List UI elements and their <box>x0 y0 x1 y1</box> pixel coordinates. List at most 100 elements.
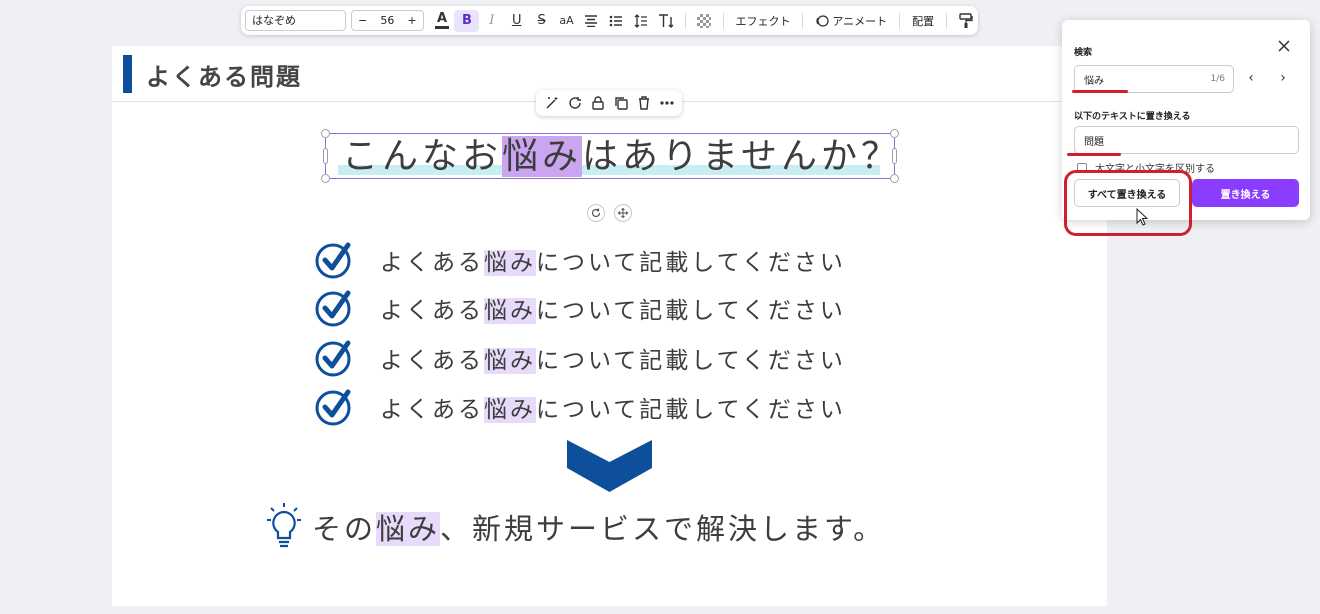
list-item-text: よくある悩みについて記載してください <box>380 250 846 276</box>
title-textbox[interactable]: こんなお悩みはありませんか？ <box>321 129 899 183</box>
bold-button[interactable]: B <box>454 9 480 32</box>
next-match-button[interactable]: › <box>1275 70 1291 86</box>
line-spacing-button[interactable] <box>629 10 654 32</box>
magic-wand-icon <box>545 97 557 109</box>
toolbar-divider <box>946 12 948 29</box>
duplicate-button[interactable] <box>611 93 631 113</box>
magic-edit-button[interactable] <box>542 93 562 113</box>
match-highlight: 悩み <box>484 298 536 324</box>
move-button[interactable] <box>614 204 632 222</box>
toolbar-divider <box>722 12 724 29</box>
position-button[interactable]: 配置 <box>906 13 940 29</box>
check-circle-icon <box>315 290 351 327</box>
element-toolbar <box>536 90 682 116</box>
toolbar-divider <box>802 12 804 29</box>
match-highlight: 悩み <box>484 348 536 374</box>
italic-button[interactable]: I <box>479 10 504 32</box>
transparency-icon <box>697 13 712 28</box>
animate-label: アニメート <box>832 14 888 28</box>
resize-handle-bottom-right[interactable] <box>890 174 899 183</box>
title-match-highlight: 悩み <box>502 136 583 177</box>
vertical-text-button[interactable] <box>654 10 679 32</box>
vertical-text-icon <box>659 13 674 28</box>
title-text-part: こんなお <box>342 136 503 177</box>
replace-button[interactable]: 置き換える <box>1192 179 1299 207</box>
font-size-increase-button[interactable]: + <box>407 14 416 27</box>
animate-button[interactable]: アニメート <box>809 13 893 29</box>
underline-button[interactable]: U <box>504 10 529 32</box>
animate-icon <box>816 14 830 27</box>
trash-icon <box>638 96 649 110</box>
mouse-pointer-icon <box>1136 208 1148 226</box>
list-item[interactable]: よくある悩みについて記載してください <box>314 339 846 377</box>
list-item[interactable]: よくある悩みについて記載してください <box>314 388 846 426</box>
check-circle-icon <box>315 340 351 377</box>
replace-all-button[interactable]: すべて置き換える <box>1074 179 1180 207</box>
resize-handle-right[interactable] <box>892 148 897 164</box>
close-icon[interactable] <box>1276 38 1292 54</box>
chevron-down-icon[interactable] <box>567 440 652 492</box>
lock-button[interactable] <box>588 93 608 113</box>
annotation-underline <box>1067 153 1121 156</box>
list-item[interactable]: よくある悩みについて記載してください <box>314 289 846 327</box>
match-highlight: 悩み <box>484 250 536 276</box>
title-text-part: はありませんか？ <box>582 136 901 177</box>
letter-case-button[interactable]: aA <box>554 10 579 32</box>
match-highlight: 悩み <box>376 512 441 546</box>
refresh-icon <box>568 97 581 109</box>
list-item-text: よくある悩みについて記載してください <box>380 348 846 374</box>
duplicate-icon <box>614 97 628 110</box>
replace-input[interactable] <box>1084 133 1194 147</box>
annotation-underline <box>1072 90 1128 93</box>
resize-handle-left[interactable] <box>323 148 328 164</box>
regenerate-button[interactable] <box>565 93 585 113</box>
search-field[interactable]: 1/6 <box>1074 65 1234 93</box>
toolbar-divider <box>899 12 901 29</box>
resize-handle-bottom-left[interactable] <box>321 174 330 183</box>
more-options-button[interactable] <box>657 93 677 113</box>
resize-handle-top-right[interactable] <box>890 129 899 138</box>
text-color-button[interactable]: A <box>430 10 455 32</box>
list-item-text: よくある悩みについて記載してください <box>380 298 846 324</box>
line-spacing-icon <box>634 13 648 28</box>
header-title[interactable]: よくある問題 <box>146 57 302 92</box>
bottom-message[interactable]: その悩み、新規サービスで解決します。 <box>266 502 885 552</box>
copy-style-button[interactable] <box>953 10 978 32</box>
match-count: 1/6 <box>1210 74 1225 84</box>
case-sensitive-option[interactable]: 大文字と小文字を区別する <box>1077 160 1215 175</box>
bottom-message-text: その悩み、新規サービスで解決します。 <box>312 512 886 546</box>
search-input[interactable] <box>1084 72 1194 86</box>
replace-field[interactable] <box>1074 126 1299 154</box>
font-size-decrease-button[interactable]: − <box>358 14 367 27</box>
match-highlight: 悩み <box>484 397 536 423</box>
effects-button[interactable]: エフェクト <box>729 13 796 29</box>
list-item-text: よくある悩みについて記載してください <box>380 397 846 423</box>
align-center-icon <box>585 14 598 27</box>
lightbulb-icon <box>267 503 301 548</box>
check-circle-icon <box>315 242 351 279</box>
title-text[interactable]: こんなお悩みはありませんか？ <box>342 136 897 177</box>
check-circle-icon <box>315 389 351 426</box>
paint-roller-icon <box>958 12 973 28</box>
replace-label: 以下のテキストに置き換える <box>1074 112 1191 122</box>
case-sensitive-label: 大文字と小文字を区別する <box>1095 164 1215 175</box>
font-size-value[interactable]: 56 <box>380 14 394 27</box>
rotate-icon <box>591 208 601 218</box>
previous-match-button[interactable]: ‹ <box>1243 70 1259 86</box>
rotate-button[interactable] <box>587 204 605 222</box>
font-family-select[interactable]: はなぞめ <box>245 10 347 31</box>
transparency-button[interactable] <box>692 10 717 32</box>
bullet-list-icon <box>610 15 623 26</box>
case-sensitive-checkbox[interactable] <box>1077 162 1087 173</box>
find-replace-panel: 検索 1/6 ‹ › 以下のテキストに置き換える 大文字と小文字を区別する すべ… <box>1062 20 1310 220</box>
move-icon <box>618 208 628 218</box>
delete-button[interactable] <box>634 93 654 113</box>
align-center-button[interactable] <box>579 10 604 32</box>
text-color-icon: A <box>435 12 450 29</box>
resize-handle-top-left[interactable] <box>321 129 330 138</box>
strikethrough-button[interactable]: S <box>529 10 554 32</box>
header-accent-bar <box>123 55 132 93</box>
list-item[interactable]: よくある悩みについて記載してください <box>314 241 846 279</box>
more-icon <box>659 101 674 105</box>
bullet-list-button[interactable] <box>604 10 629 32</box>
